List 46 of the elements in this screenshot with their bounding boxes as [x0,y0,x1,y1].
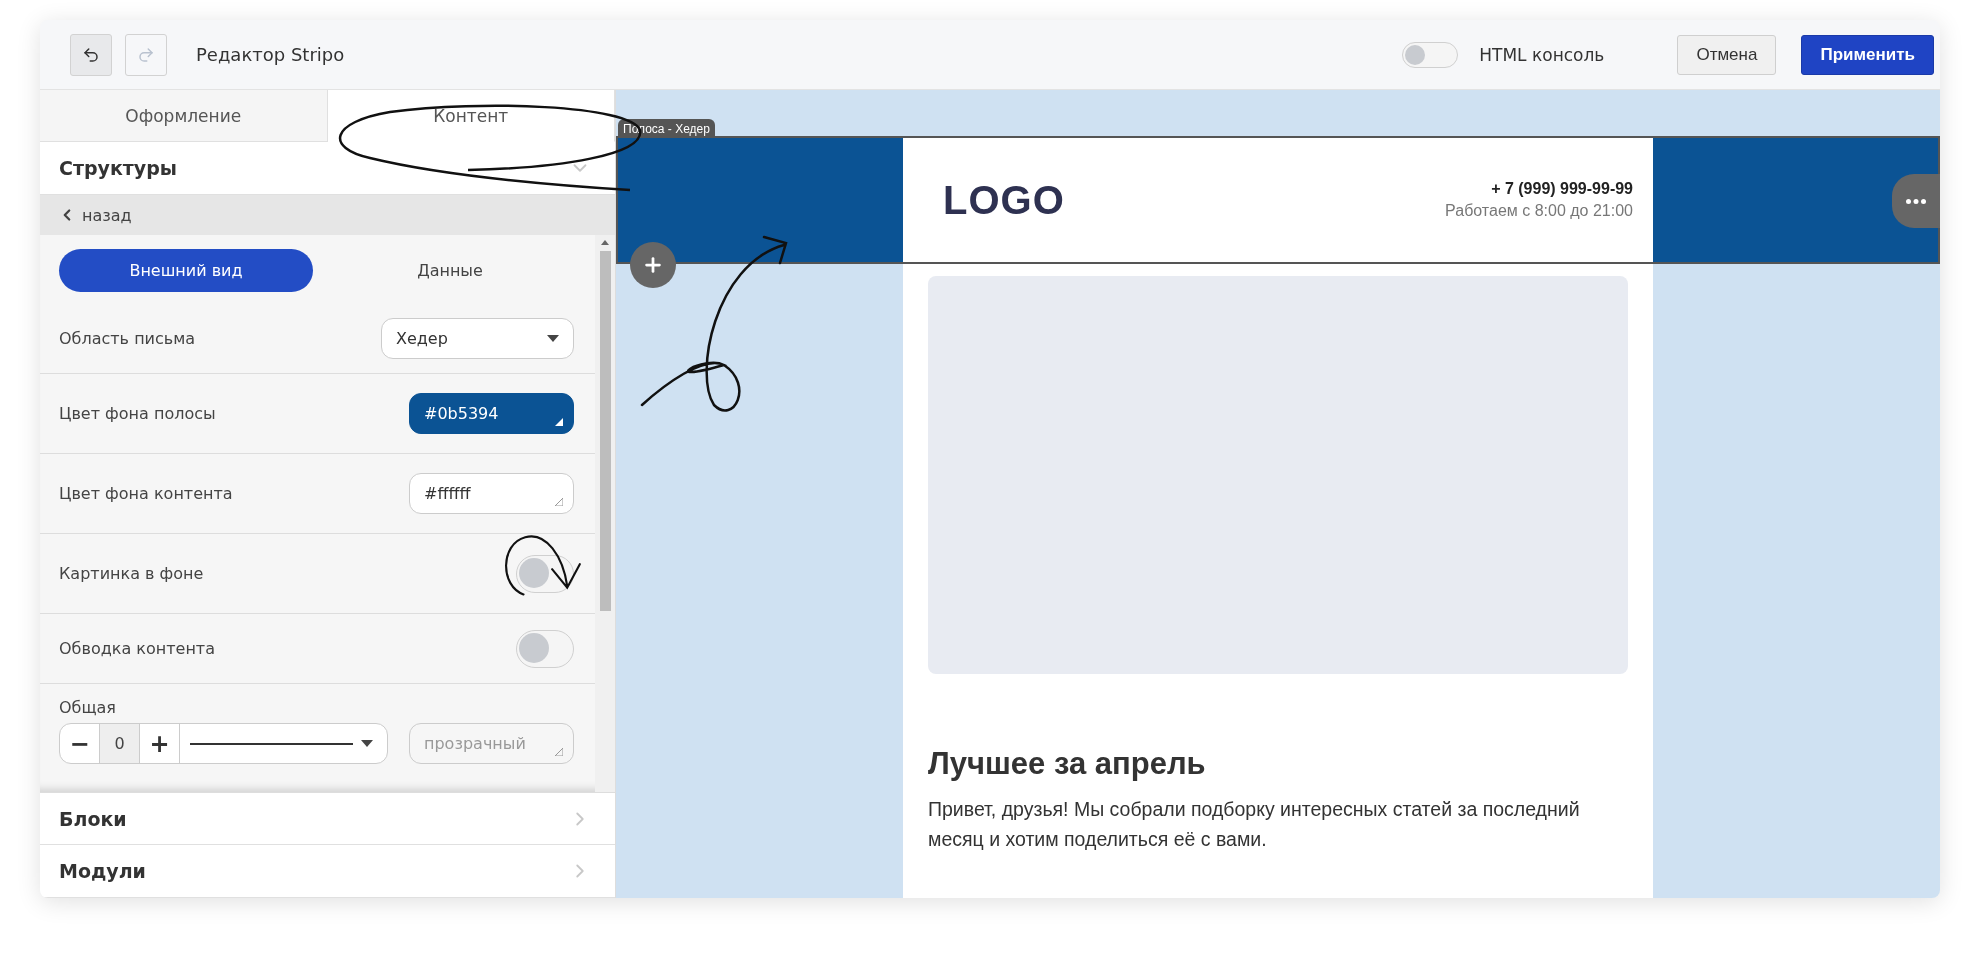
add-button[interactable] [630,242,676,288]
solid-line-icon [190,742,353,745]
more-icon [1906,198,1926,204]
more-button[interactable] [1892,174,1940,228]
toggle-label: HTML консоль [1479,44,1605,65]
undo-button[interactable] [70,33,112,76]
color-field[interactable]: #ffffff [409,473,574,514]
resize-corner-icon [555,498,563,506]
undo-icon [82,45,100,64]
logo: LOGO [943,177,1065,223]
header-stripe[interactable]: LOGO + 7 (999) 999-99-99 Работаем с 8:00 до 21:00 [616,136,1940,264]
scroll-up-icon[interactable] [601,240,609,245]
working-hours: Работаем с 8:00 до 21:00 [1445,202,1633,220]
toggle-switch[interactable] [516,554,574,593]
toggle-switch[interactable] [516,629,574,668]
redo-icon [137,45,155,64]
panel-tab[interactable]: Оформление [40,90,328,142]
email-paragraph: Привет, друзья! Мы собрали подборку интересных статей за последний месяц и хотим поделиться её с вами. [928,797,1581,852]
plus-icon [642,254,664,276]
segment-tab[interactable]: Данные [323,249,577,292]
resize-corner-icon [555,748,563,756]
email-heading: Лучшее за апрель [928,746,1207,782]
setting-label: Цвет фона контента [59,484,233,503]
cancel-button[interactable]: Отмена [1677,34,1777,75]
section-header[interactable]: Структуры [40,142,615,195]
toggle-switch[interactable] [1402,41,1459,68]
scrollbar-thumb[interactable] [600,251,611,611]
section-header[interactable]: Модули [40,845,615,898]
setting-label: Обводка контента [59,639,215,658]
segment-tab[interactable]: Внешний вид [59,249,313,292]
section-header[interactable]: Блоки [40,792,615,845]
caret-icon [547,335,559,342]
resize-corner-icon [555,418,563,426]
setting-label: Область письма [59,329,196,348]
setting-label: Картинка в фоне [59,564,204,583]
window-title: Редактор Stripo [196,44,346,65]
area-select[interactable]: Хедер [381,318,574,359]
caret-icon [361,740,373,747]
phone-number: + 7 (999) 999-99-99 [1491,180,1633,198]
setting-label: Общая [59,698,117,717]
panel-tab[interactable]: Контент [327,90,615,142]
apply-button[interactable]: Применить [1801,34,1934,75]
back-link[interactable]: назад [40,195,615,235]
border-stepper[interactable]: − 0 + [59,723,388,764]
color-field[interactable]: #0b5394 [409,393,574,434]
setting-label: Цвет фона полосы [59,404,216,423]
